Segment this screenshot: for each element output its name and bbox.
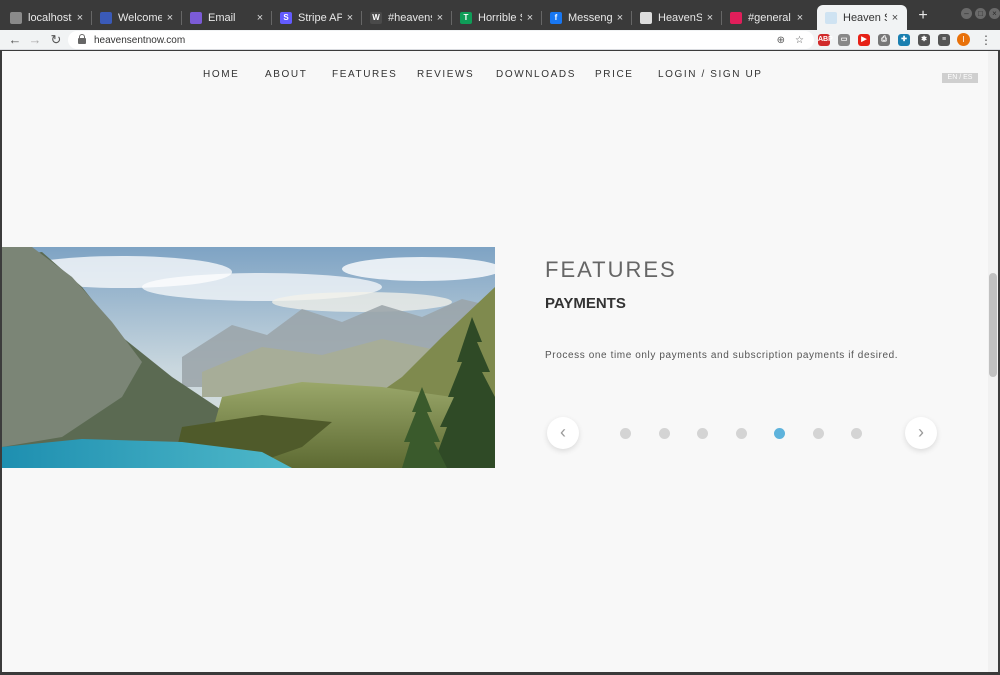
tab-title: Horrible Su — [478, 11, 522, 24]
tab-title: Stripe API R — [298, 11, 342, 24]
tab-title: #heavensen — [388, 11, 432, 24]
landscape-illustration — [2, 247, 495, 468]
tab-separator — [361, 11, 362, 25]
tab-title: Welcome to — [118, 11, 162, 24]
tab-title: Email — [208, 11, 236, 24]
maximize-window-button[interactable]: □ — [975, 8, 986, 19]
tab-close-icon[interactable]: × — [702, 12, 718, 24]
tab-title: HeavenSent — [658, 11, 702, 24]
install-app-icon[interactable]: ⊕ — [777, 35, 785, 46]
browser-tab[interactable]: f Messenger× — [542, 5, 632, 30]
adblock-icon[interactable]: ABP — [818, 34, 833, 46]
main-nav: HOME ABOUT FEATURES REVIEWS DOWNLOADS PR… — [2, 69, 988, 83]
nav-price[interactable]: PRICE — [595, 69, 634, 80]
tab-close-icon[interactable]: × — [792, 12, 808, 24]
browser-toolbar: ← → ↻ heavensentnow.com ⊕ ☆ ABP ▭ ▶ ⎙ ✚ ✱ ≡ I … — [0, 30, 1000, 50]
puzzle-icon[interactable]: ✱ — [918, 34, 930, 46]
tab-close-icon[interactable]: × — [162, 12, 178, 24]
carousel-dot[interactable] — [812, 428, 824, 439]
carousel-prev-button[interactable]: ‹ — [547, 417, 579, 449]
browser-tab[interactable]: #general × — [722, 5, 812, 30]
chevron-right-icon: › — [918, 422, 924, 442]
tab-close-icon[interactable]: × — [72, 12, 88, 24]
lock-icon[interactable] — [78, 34, 86, 44]
language-switcher[interactable]: EN / ES — [942, 73, 978, 83]
tab-close-icon[interactable]: × — [887, 12, 903, 24]
feature-title: PAYMENTS — [545, 295, 626, 312]
hero-landscape-image — [2, 247, 495, 468]
carousel-dot[interactable] — [851, 428, 862, 439]
globe-icon — [100, 11, 112, 24]
tab-title: #general — [748, 11, 791, 24]
carousel-dot[interactable] — [735, 428, 747, 439]
bookmark-star-icon[interactable]: ☆ — [795, 35, 804, 46]
tab-title: Messenger — [568, 11, 612, 24]
youtube-icon[interactable]: ▶ — [858, 34, 870, 46]
carousel-dot[interactable] — [620, 428, 631, 439]
nav-reviews[interactable]: REVIEWS — [417, 69, 474, 80]
facebook-icon: f — [550, 11, 562, 24]
browser-tab[interactable]: HeavenSent× — [632, 5, 722, 30]
sheets-icon: T — [460, 11, 472, 24]
feature-description: Process one time only payments and subsc… — [545, 350, 899, 361]
carousel-dot[interactable] — [774, 428, 785, 439]
tab-separator — [541, 11, 542, 25]
page-icon — [640, 11, 652, 24]
browser-tab[interactable]: T Horrible Su× — [452, 5, 542, 30]
minimize-window-button[interactable]: – — [961, 8, 972, 19]
tab-title: Heaven Sen — [843, 11, 887, 24]
tab-separator — [451, 11, 452, 25]
tab-separator — [721, 11, 722, 25]
browser-tab[interactable]: W #heavensen× — [362, 5, 452, 30]
browser-tab[interactable]: S Stripe API R× — [272, 5, 362, 30]
tab-close-icon[interactable]: × — [432, 12, 448, 24]
nav-login-signup[interactable]: LOGIN / SIGN UP — [658, 69, 763, 80]
shield-extension-icon[interactable]: ✚ — [898, 34, 910, 46]
tab-title: localhost — [28, 11, 72, 24]
page-icon — [10, 11, 22, 24]
profile-avatar[interactable]: I — [957, 33, 970, 46]
tab-close-icon[interactable]: × — [522, 12, 538, 24]
webflow-icon: W — [370, 11, 382, 24]
carousel-dot[interactable] — [697, 428, 708, 439]
page-scrollbar[interactable] — [988, 51, 998, 672]
close-window-button[interactable]: × — [989, 8, 1000, 19]
tab-separator — [631, 11, 632, 25]
nav-about[interactable]: ABOUT — [265, 69, 307, 80]
playlist-icon[interactable]: ≡ — [938, 34, 950, 46]
carousel-dot[interactable] — [658, 428, 670, 439]
url-text[interactable]: heavensentnow.com — [94, 35, 777, 46]
tab-separator — [181, 11, 182, 25]
reload-button[interactable]: ↻ — [47, 31, 65, 49]
nav-home[interactable]: HOME — [203, 69, 239, 80]
features-heading: FEATURES — [545, 257, 677, 282]
email-app-icon — [190, 11, 202, 24]
nav-features[interactable]: FEATURES — [332, 69, 397, 80]
address-bar[interactable]: heavensentnow.com ⊕ ☆ — [68, 31, 814, 49]
tab-strip: localhost×Welcome to×Email×SStripe API R… — [0, 0, 1000, 30]
forward-button[interactable]: → — [26, 31, 44, 49]
page-icon — [825, 11, 837, 24]
tab-close-icon[interactable]: × — [342, 12, 358, 24]
tab-close-icon[interactable]: × — [612, 12, 628, 24]
tab-separator — [271, 11, 272, 25]
tab-close-icon[interactable]: × — [252, 12, 268, 24]
page-viewport: HOME ABOUT FEATURES REVIEWS DOWNLOADS PR… — [2, 51, 988, 672]
browser-tab[interactable]: localhost × — [2, 5, 92, 30]
printer-icon[interactable]: ⎙ — [878, 34, 890, 46]
back-button[interactable]: ← — [6, 31, 24, 49]
browser-tab[interactable]: Heaven Sen× — [817, 5, 907, 30]
browser-menu-icon[interactable]: ⋮ — [980, 32, 992, 48]
new-tab-button[interactable]: + — [914, 7, 932, 25]
chevron-left-icon: ‹ — [560, 422, 566, 442]
extension-badge-icon[interactable]: ▭ — [838, 34, 850, 46]
nav-downloads[interactable]: DOWNLOADS — [496, 69, 576, 80]
tab-separator — [91, 11, 92, 25]
stripe-icon: S — [280, 11, 292, 24]
browser-tab[interactable]: Email × — [182, 5, 272, 30]
carousel-next-button[interactable]: › — [905, 417, 937, 449]
slack-icon — [730, 11, 742, 24]
scrollbar-thumb[interactable] — [989, 273, 997, 377]
browser-tab[interactable]: Welcome to× — [92, 5, 182, 30]
